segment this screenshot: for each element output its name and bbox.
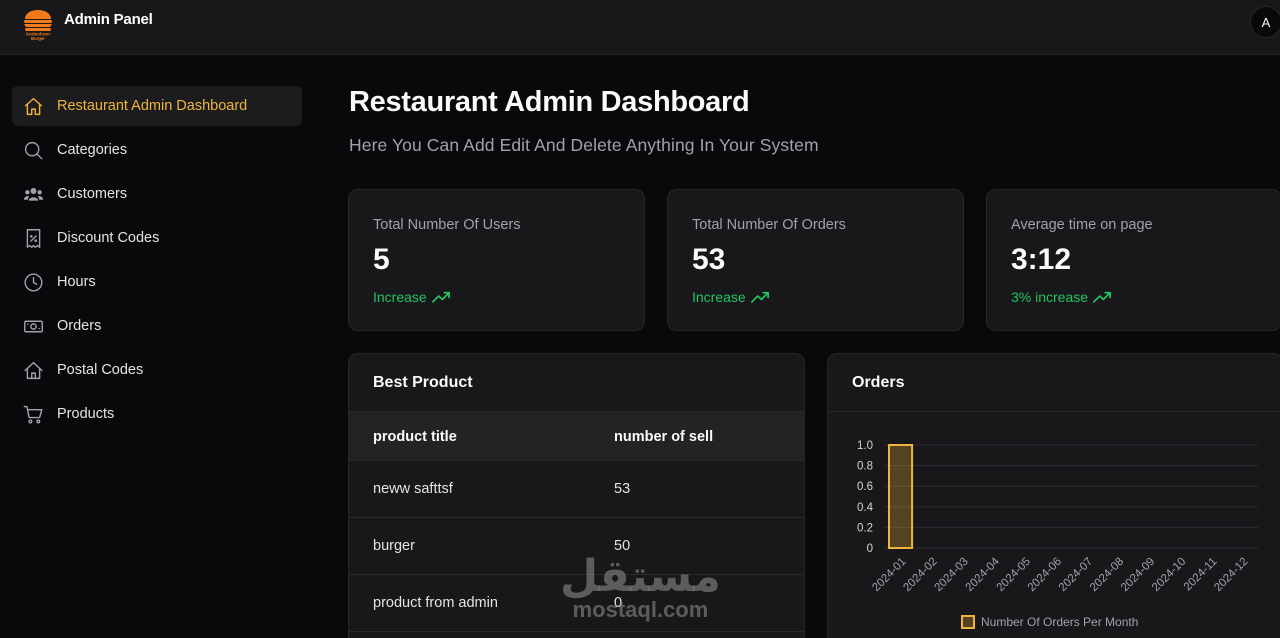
card-title: Best Product <box>373 374 473 391</box>
bar <box>888 444 914 549</box>
table-cell: neww safttsf <box>373 481 453 497</box>
stat-card-orders: Total Number Of Orders 53 Increase <box>667 189 964 331</box>
logo-text-bottom: Burger <box>31 36 45 41</box>
legend-swatch <box>961 615 975 629</box>
sidebar-item-label: Categories <box>57 142 128 158</box>
table-cell: 0 <box>614 595 623 611</box>
stat-card-average-time: Average time on page 3:12 3% increase <box>986 189 1280 331</box>
legend-label: Number Of Orders Per Month <box>981 615 1138 629</box>
sidebar-item-orders[interactable]: Orders <box>12 306 302 346</box>
y-tick-label: 0.6 <box>857 481 873 493</box>
burger-logo-icon[interactable]: Andochoor Burger <box>20 1 56 41</box>
stat-value: 53 <box>692 243 726 276</box>
sidebar-item-categories[interactable]: Categories <box>12 130 302 170</box>
table-row[interactable]: burger 50 <box>349 518 804 575</box>
sidebar-item-label: Postal Codes <box>57 362 144 378</box>
stat-trend: Increase <box>373 289 451 305</box>
cart-icon <box>22 403 44 425</box>
best-product-card: Best Product product title number of sel… <box>348 353 805 638</box>
top-header: Andochoor Burger Admin Panel A <box>0 0 1280 55</box>
y-tick-label: 0.2 <box>857 522 873 534</box>
orders-chart-card: Orders 0 0.2 0.4 0.6 0.8 1.0 2024-01 2024-02 202… <box>827 353 1280 638</box>
trending-up-icon <box>750 291 769 303</box>
stat-label: Total Number Of Users <box>373 217 521 233</box>
stat-trend: 3% increase <box>1011 289 1112 305</box>
column-header[interactable]: product title <box>373 429 457 445</box>
sidebar-item-label: Customers <box>57 186 128 202</box>
table-cell: 53 <box>614 481 631 497</box>
table-cell: 50 <box>614 538 631 554</box>
x-tick-label: 2024-12 <box>1212 556 1250 594</box>
brand-title: Admin Panel <box>64 11 153 28</box>
page-subtitle: Here You Can Add Edit And Delete Anythin… <box>349 135 819 155</box>
stat-card-users: Total Number Of Users 5 Increase <box>348 189 645 331</box>
sidebar-item-label: Restaurant Admin Dashboard <box>57 98 248 114</box>
column-header[interactable]: number of sell <box>614 429 713 445</box>
y-tick-label: 0.8 <box>857 461 873 473</box>
stat-trend-text: Increase <box>692 289 746 305</box>
stat-trend-text: Increase <box>373 289 427 305</box>
sidebar-item-label: Hours <box>57 274 96 290</box>
table-header: product title number of sell <box>349 411 804 461</box>
avatar[interactable]: A <box>1250 6 1280 38</box>
sidebar-item-label: Orders <box>57 318 102 334</box>
sidebar-item-dashboard[interactable]: Restaurant Admin Dashboard <box>12 86 302 126</box>
orders-bar-chart: 00.20.40.60.81.02024-012024-022024-03202… <box>857 440 1258 629</box>
page-title: Restaurant Admin Dashboard <box>349 86 750 118</box>
stat-label: Average time on page <box>1011 217 1153 233</box>
banknote-icon <box>22 315 44 337</box>
stat-trend-text: 3% increase <box>1011 289 1089 305</box>
table-cell: product from admin <box>373 595 498 611</box>
table-row[interactable]: neww safttsf 53 <box>349 461 804 518</box>
search-icon <box>22 139 44 161</box>
y-tick-label: 0 <box>867 543 873 555</box>
y-tick-label: 0.4 <box>857 502 874 514</box>
sidebar-item-postal-codes[interactable]: Postal Codes <box>12 350 302 390</box>
home-icon <box>22 95 44 117</box>
stat-value: 5 <box>373 243 390 276</box>
sidebar: Restaurant Admin Dashboard Categories Cu… <box>12 86 302 438</box>
trending-up-icon <box>431 291 450 303</box>
table-cell: burger <box>373 538 415 554</box>
sidebar-item-discount-codes[interactable]: Discount Codes <box>12 218 302 258</box>
house-icon <box>22 359 44 381</box>
sidebar-item-hours[interactable]: Hours <box>12 262 302 302</box>
stat-value: 3:12 <box>1011 243 1072 276</box>
table-row[interactable]: product from admin 0 <box>349 575 804 632</box>
receipt-percent-icon <box>22 227 44 249</box>
stat-label: Total Number Of Orders <box>692 217 846 233</box>
sidebar-item-label: Products <box>57 406 115 422</box>
sidebar-item-label: Discount Codes <box>57 230 160 246</box>
trending-up-icon <box>1093 291 1112 303</box>
sidebar-item-customers[interactable]: Customers <box>12 174 302 214</box>
users-icon <box>22 183 44 205</box>
x-tick-label: 2024-10 <box>1150 556 1188 594</box>
y-tick-label: 1.0 <box>857 440 873 452</box>
sidebar-item-products[interactable]: Products <box>12 394 302 434</box>
stat-trend: Increase <box>692 289 770 305</box>
clock-icon <box>22 271 44 293</box>
